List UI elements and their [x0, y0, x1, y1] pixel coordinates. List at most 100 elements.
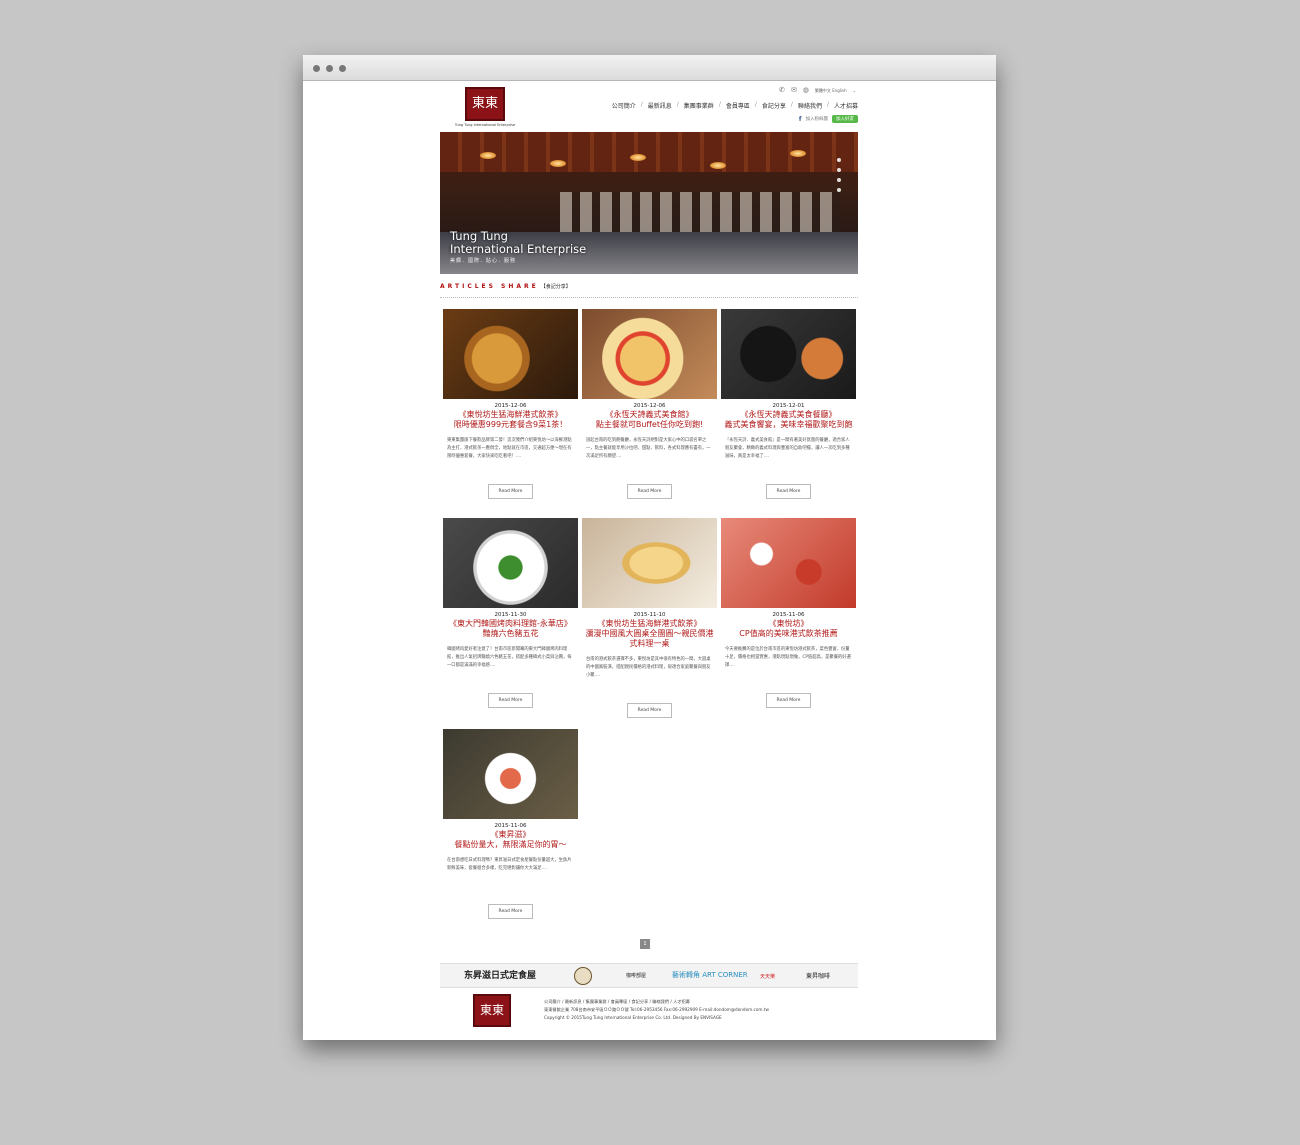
- article-excerpt: 今天要推薦的是位於台南市區的東悅坊港式飲茶，菜色豐富、份量十足，價格也相當實惠，…: [725, 647, 851, 668]
- article-title-line2[interactable]: 瀰漫中國風大圓桌全團圓～親民價港式料理一桌: [582, 629, 717, 649]
- nav-separator: /: [754, 101, 757, 108]
- article-title-line1[interactable]: 《東悅坊》: [721, 619, 856, 629]
- facebook-link[interactable]: 加入粉絲團: [806, 116, 829, 122]
- lamp-icon: [790, 150, 806, 157]
- article-title-line1[interactable]: 《東悅坊生猛海鮮港式飲茶》: [443, 410, 578, 420]
- article-title[interactable]: 《東悅坊生猛海鮮港式飲茶》 瀰漫中國風大圓桌全團圓～親民價港式料理一桌: [582, 619, 717, 649]
- read-more-button[interactable]: Read More: [626, 484, 673, 499]
- read-more-button[interactable]: Read More: [765, 484, 812, 499]
- article-card: 2015-11-06 《東悅坊》 CP值高的美味港式飲茶推薦 今天要推薦的是位於台南市…: [721, 518, 856, 708]
- nav-item[interactable]: 集團事業群: [684, 101, 714, 110]
- nav-separator: /: [790, 101, 793, 108]
- footer-links[interactable]: 公司簡介 / 最新訊息 / 集團事業群 / 會員專區 / 食記分享 / 聯絡我們…: [544, 998, 769, 1006]
- article-title[interactable]: 《東昇滋》 餐點份量大，無限滿足你的胃～: [443, 830, 578, 850]
- article-title-line2[interactable]: CP值高的美味港式飲茶推薦: [721, 629, 856, 639]
- facebook-icon[interactable]: f: [799, 116, 802, 123]
- article-title-line1[interactable]: 《永恆天詩義式美食館》: [582, 410, 717, 420]
- chevron-down-icon[interactable]: ⌄: [853, 88, 856, 93]
- article-title[interactable]: 《東悅坊》 CP值高的美味港式飲茶推薦: [721, 619, 856, 639]
- section-heading: ARTICLES SHARE 【食記分享】: [440, 283, 571, 290]
- article-thumbnail[interactable]: [582, 309, 717, 399]
- browser-window: 東東 Tung Tung International Enterprise ✆ …: [303, 55, 996, 1040]
- phone-icon[interactable]: ✆: [779, 87, 785, 94]
- footer-logo-text: 東東: [479, 1003, 504, 1017]
- article-card: 2015-12-06 《永恆天詩義式美食館》 點主餐就可Buffet任你吃到飽! 說起…: [582, 309, 717, 499]
- read-more-button[interactable]: Read More: [765, 693, 812, 708]
- article-title-line1[interactable]: 《東昇滋》: [443, 830, 578, 840]
- article-title-line2[interactable]: 限時優惠999元套餐含9菜1茶！: [443, 420, 578, 430]
- lamp-icon: [630, 154, 646, 161]
- article-title-line1[interactable]: 《東悅坊生猛海鮮港式飲茶》: [582, 619, 717, 629]
- article-title-line1[interactable]: 《東大門韓國烤肉料理館-永華店》: [443, 619, 578, 629]
- partner-logo[interactable]: 东昇滋日式定食屋: [464, 968, 536, 981]
- partner-logo[interactable]: 天天樂: [760, 973, 775, 980]
- article-excerpt: 東東集團旗下餐飲品牌第二發！這次我們介紹東悅坊～以海鮮港點為主打，港式飲茶一應俱…: [447, 438, 572, 459]
- article-title-line2[interactable]: 餐點份量大，無限滿足你的胃～: [443, 840, 578, 850]
- pager-dot-icon[interactable]: [837, 188, 841, 192]
- logo-text: 東東: [471, 96, 498, 111]
- read-more-button[interactable]: Read More: [487, 904, 534, 919]
- banner-pager: [837, 158, 841, 192]
- article-thumbnail[interactable]: [721, 309, 856, 399]
- article-thumbnail[interactable]: [443, 518, 578, 608]
- main-nav: 公司簡介 / 最新訊息 / 集團事業群 / 會員專區 / 食記分享 / 聯絡我們 / 人才招募: [612, 101, 858, 110]
- browser-titlebar: [303, 55, 996, 81]
- article-title[interactable]: 《東大門韓國烤肉料理館-永華店》 豔燒六色豬五花: [443, 619, 578, 639]
- partner-logo[interactable]: 藝術轉角 ART CORNER: [672, 970, 748, 980]
- partner-logo[interactable]: 咖啡部屋: [626, 972, 646, 979]
- banner-subtitle: 美饌．國際．貼心．服務: [450, 258, 517, 264]
- article-card: 2015-12-06 《東悅坊生猛海鮮港式飲茶》 限時優惠999元套餐含9菜1茶！ 東…: [443, 309, 578, 499]
- pagination-page[interactable]: 1: [640, 939, 650, 949]
- article-title[interactable]: 《永恆天詩義式美食館》 點主餐就可Buffet任你吃到飽!: [582, 410, 717, 430]
- window-dot-icon[interactable]: [339, 65, 346, 72]
- site-logo[interactable]: 東東: [465, 87, 505, 121]
- partner-logo[interactable]: 東昇咖啡: [806, 971, 830, 980]
- article-date: 2015-11-06: [494, 823, 527, 829]
- article-card: 2015-11-06 《東昇滋》 餐點份量大，無限滿足你的胃～ 在台南想吃日式料理嗎？…: [443, 729, 578, 919]
- mail-icon[interactable]: ✉: [791, 87, 797, 94]
- nav-item[interactable]: 公司簡介: [612, 101, 636, 110]
- article-thumbnail[interactable]: [443, 729, 578, 819]
- article-title-line2[interactable]: 點主餐就可Buffet任你吃到飽!: [582, 420, 717, 430]
- line-add-friend-button[interactable]: 加入好友: [832, 115, 858, 123]
- read-more-button[interactable]: Read More: [487, 484, 534, 499]
- nav-item[interactable]: 聯絡我們: [798, 101, 822, 110]
- read-more-button[interactable]: Read More: [626, 703, 673, 718]
- pager-dot-icon[interactable]: [837, 158, 841, 162]
- utility-bar: ✆ ✉ ◍ 繁體中文 English ⌄: [779, 87, 856, 94]
- footer-logo[interactable]: 東東: [473, 994, 511, 1027]
- pager-dot-icon[interactable]: [837, 168, 841, 172]
- nav-item[interactable]: 最新訊息: [648, 101, 672, 110]
- logo-caption: Tung Tung International Enterprise: [454, 123, 516, 127]
- article-thumbnail[interactable]: [443, 309, 578, 399]
- pager-dot-icon[interactable]: [837, 178, 841, 182]
- hero-banner: Tung Tung International Enterprise 美饌．國際…: [440, 132, 858, 274]
- article-card: 2015-12-01 《永恆天詩義式美食餐廳》 義式美食饗宴，美味幸福歡聚吃到飽 『永…: [721, 309, 856, 499]
- nav-item[interactable]: 食記分享: [762, 101, 786, 110]
- article-thumbnail[interactable]: [721, 518, 856, 608]
- article-excerpt: 說起台南的吃到飽餐廳，永恆天詩絕對是大家心中的口袋名單之一，點主餐就能享用沙拉吧…: [586, 438, 711, 459]
- nav-item[interactable]: 人才招募: [834, 101, 858, 110]
- footer-copyright: Copyright © 2015Tung Tung International …: [544, 1015, 722, 1020]
- nav-item[interactable]: 會員專區: [726, 101, 750, 110]
- footer-address: 東東餐飲企業 708台南市安平區ＯＯ路ＯＯ號 Tel:06-2953456 Fa…: [544, 1007, 769, 1012]
- article-date: 2015-12-06: [494, 403, 527, 409]
- article-title-line2[interactable]: 豔燒六色豬五花: [443, 629, 578, 639]
- lamp-icon: [710, 162, 726, 169]
- read-more-button[interactable]: Read More: [487, 693, 534, 708]
- globe-icon[interactable]: ◍: [803, 87, 809, 94]
- article-title[interactable]: 《東悅坊生猛海鮮港式飲茶》 限時優惠999元套餐含9菜1茶！: [443, 410, 578, 430]
- article-thumbnail[interactable]: [582, 518, 717, 608]
- window-dot-icon[interactable]: [313, 65, 320, 72]
- window-dot-icon[interactable]: [326, 65, 333, 72]
- partner-seal-icon[interactable]: [574, 967, 592, 985]
- article-excerpt: 台南的港式飲茶選擇不多，東悅坊是其中很有特色的一間，大圓桌的中國風裝潢，搭配親民…: [586, 657, 711, 678]
- section-title-zh: 【食記分享】: [540, 284, 571, 290]
- language-select[interactable]: 繁體中文 English: [815, 88, 847, 94]
- article-date: 2015-11-10: [633, 612, 666, 618]
- article-title-line1[interactable]: 《永恆天詩義式美食餐廳》: [721, 410, 856, 420]
- social-links: f 加入粉絲團 加入好友: [799, 115, 858, 123]
- article-date: 2015-12-06: [633, 403, 666, 409]
- article-title-line2[interactable]: 義式美食饗宴，美味幸福歡聚吃到飽: [721, 420, 856, 430]
- article-title[interactable]: 《永恆天詩義式美食餐廳》 義式美食饗宴，美味幸福歡聚吃到飽: [721, 410, 856, 430]
